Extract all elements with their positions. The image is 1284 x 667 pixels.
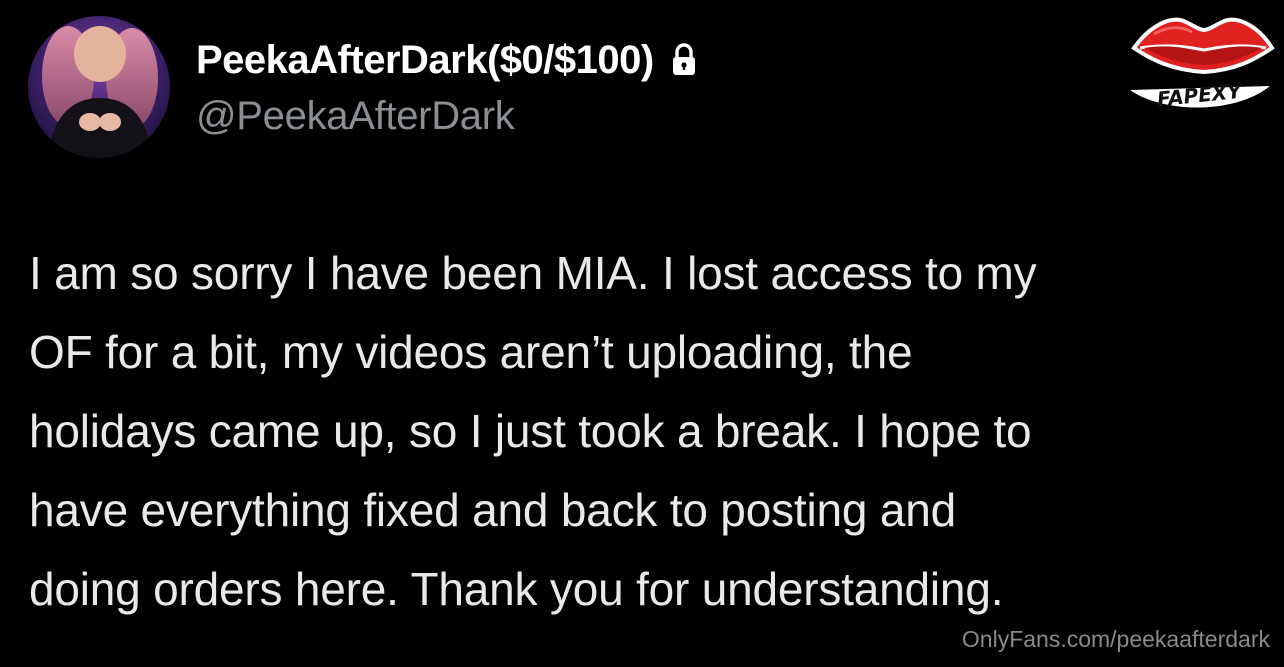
tweet-text: I am so sorry I have been MIA. I lost ac… [29, 247, 1037, 615]
avatar[interactable] [28, 16, 170, 158]
profile-header: PeekaAfterDark($0/$100) [196, 34, 700, 86]
logo-text: FAPEXY [1156, 78, 1245, 111]
fapexy-logo: FAPEXY [1124, 8, 1276, 120]
profile-photo [28, 16, 170, 158]
lips-icon [1131, 17, 1275, 75]
display-name[interactable]: PeekaAfterDark($0/$100) [196, 38, 654, 83]
handle[interactable]: @PeekaAfterDark [196, 94, 515, 139]
watermark: OnlyFans.com/peekaafterdark [961, 626, 1270, 652]
lock-icon [668, 42, 700, 78]
